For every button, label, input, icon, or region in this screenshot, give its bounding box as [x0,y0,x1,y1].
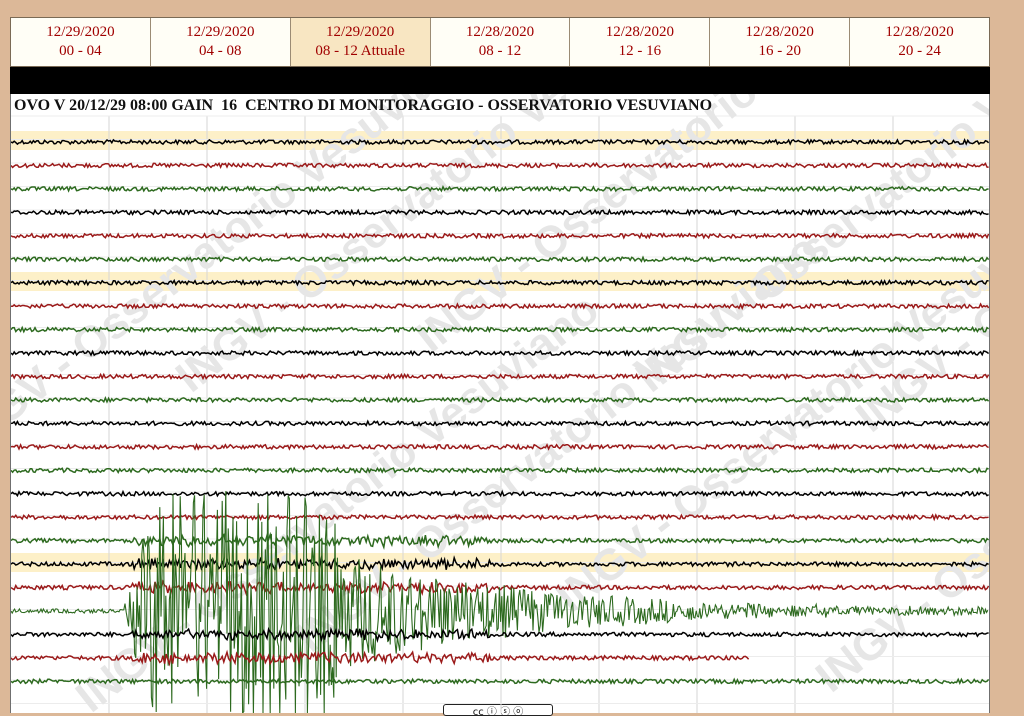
header-band [10,67,990,94]
tab-7[interactable]: 12/28/2020 20 - 24 [850,18,990,66]
tab-3-range: 08 - 12 Attuale [315,43,405,59]
tab-2-range: 04 - 08 [199,43,242,59]
trace-2 [11,184,989,193]
tab-4-range: 08 - 12 [478,43,522,59]
tab-6-date: 12/28/2020 [745,24,814,40]
tab-4-date: 12/28/2020 [465,24,535,40]
tab-4[interactable]: 12/28/2020 08 - 12 [430,18,571,66]
tab-5-range: 12 - 16 [618,43,662,59]
tab-6[interactable]: 12/28/2020 16 - 20 [710,18,851,66]
seismogram-plot: INGV - Osservatorio VesuvianoINGV - Osse… [11,94,989,713]
tab-2[interactable]: 12/29/2020 04 - 08 [150,18,291,66]
time-window-tabs: 12/29/2020 00 - 04 12/29/2020 04 - 08 12… [10,17,990,67]
tab-7-range: 20 - 24 [898,43,941,59]
seismogram-title: OVO V 20/12/29 08:00 GAIN 16 CENTRO DI M… [14,97,713,114]
watermark-text-8: INGV - Osservatorio Vesuviano [67,284,608,713]
tab-2-date: 12/29/2020 [186,24,255,40]
tab-3-current[interactable]: 12/29/2020 08 - 12 Attuale [290,18,431,66]
seismogram-panel: OVO V 20/12/29 08:00 GAIN 16 CENTRO DI M… [10,94,990,713]
tab-6-range: 16 - 20 [758,43,801,59]
tab-1-range: 00 - 04 [59,43,102,59]
tab-1-date: 12/29/2020 [46,24,115,40]
trace-17 [11,531,989,550]
tab-5[interactable]: 12/28/2020 12 - 16 [570,18,711,66]
tab-1[interactable]: 12/29/2020 00 - 04 [11,18,151,66]
trace-1 [11,161,989,170]
tab-3-date: 12/29/2020 [325,24,395,40]
tab-5-date: 12/28/2020 [605,24,675,40]
trace-8 [11,325,989,334]
tab-7-date: 12/28/2020 [885,24,954,40]
